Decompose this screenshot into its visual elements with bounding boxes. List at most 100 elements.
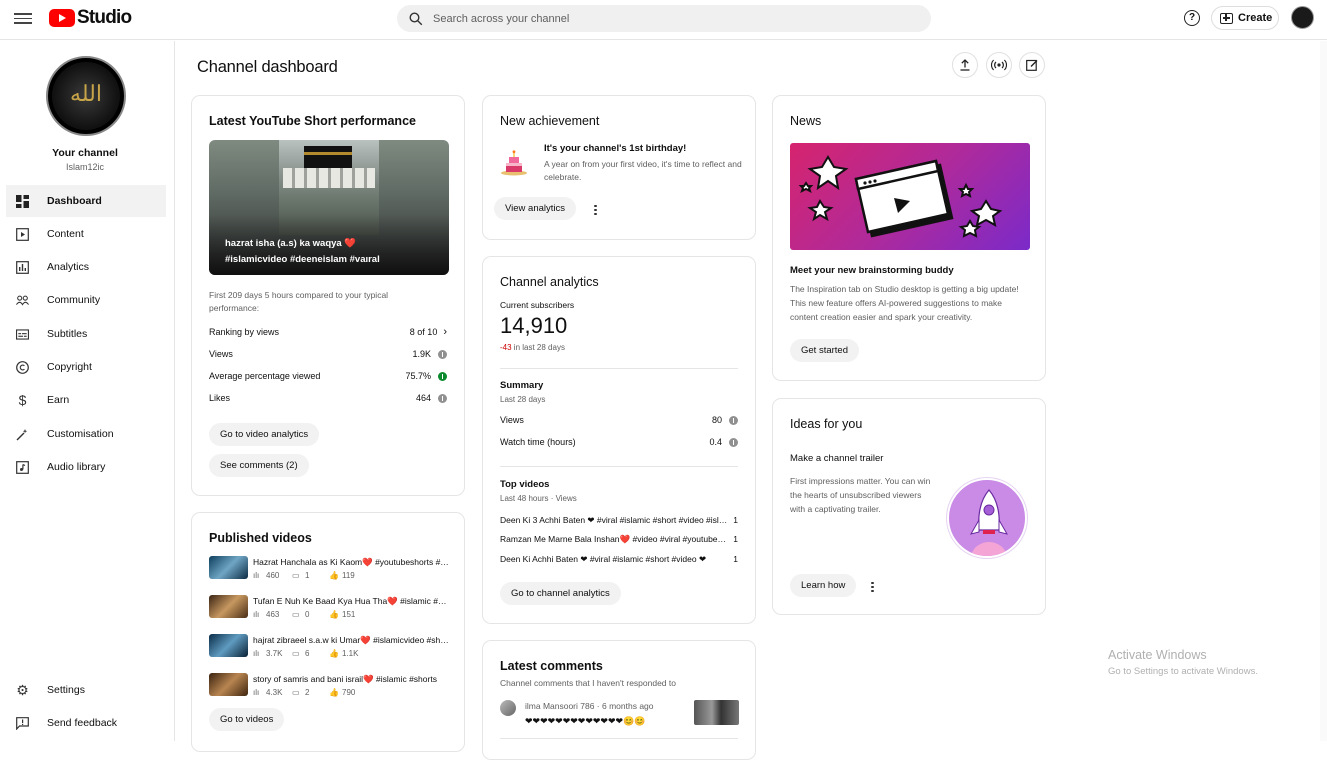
neutral-indicator-icon[interactable] [438, 393, 447, 403]
ranking-label: Ranking by views [209, 327, 280, 337]
help-icon[interactable]: ? [1184, 10, 1200, 26]
channel-analytics-card: Channel analytics Current subscribers 14… [482, 256, 756, 624]
account-avatar[interactable] [1291, 6, 1314, 29]
latest-comments-card: Latest comments Channel comments that I … [482, 640, 756, 760]
mosque-arches [283, 168, 375, 188]
likes-value: 790 [342, 688, 356, 697]
more-options-icon[interactable] [594, 203, 598, 217]
comments-icon: ▭ [292, 649, 300, 658]
birthday-cake-icon [500, 150, 528, 176]
stat-value: 75.7% [405, 371, 431, 381]
audio-library-icon [16, 460, 29, 474]
go-to-videos-button[interactable]: Go to videos [209, 708, 285, 731]
sidebar-item-content[interactable]: Content [6, 218, 166, 250]
menu-icon[interactable] [14, 10, 32, 28]
like-icon: 👍 [329, 688, 339, 697]
views-value: 460 [266, 571, 280, 580]
feedback-icon [16, 716, 29, 730]
card-title: New achievement [500, 114, 600, 128]
subscribers-change: -43 in last 28 days [500, 343, 565, 352]
views-icon: ılı [253, 610, 260, 619]
sidebar-item-community[interactable]: Community [6, 284, 166, 316]
search-bar[interactable] [397, 5, 931, 32]
info-icon[interactable] [729, 415, 738, 425]
create-post-icon[interactable] [1019, 52, 1045, 78]
comments-icon: ▭ [292, 571, 300, 580]
commenter-avatar[interactable] [500, 700, 516, 716]
table-row[interactable]: Deen Ki 3 Achhi Baten ❤ #viral #islamic … [500, 515, 738, 526]
search-icon [409, 11, 423, 25]
sidebar-item-label: Audio library [47, 461, 106, 473]
search-input[interactable] [433, 12, 833, 25]
sidebar-item-analytics[interactable]: Analytics [6, 251, 166, 283]
sidebar-item-dashboard[interactable]: Dashboard [6, 185, 166, 217]
channel-label: Your channel [52, 147, 118, 159]
comment-author[interactable]: ilma Mansoori 786 · 6 months ago [525, 701, 654, 711]
table-row[interactable]: Ramzan Me Marne Bala Inshan❤️ #video #vi… [500, 534, 738, 545]
sidebar-item-label: Analytics [47, 261, 90, 273]
stat-value: 1.9K [412, 349, 431, 359]
summary-period: Last 28 days [500, 395, 546, 404]
analytics-icon [16, 260, 29, 274]
sidebar-item-customisation[interactable]: Customisation [6, 418, 166, 450]
ranking-row[interactable]: Ranking by views 8 of 10 › [209, 326, 447, 338]
table-row[interactable]: Deen Ki Achhi Baten ❤ #viral #islamic #s… [500, 554, 738, 565]
trend-up-icon[interactable] [438, 371, 447, 381]
get-started-button[interactable]: Get started [790, 339, 859, 362]
go-to-video-analytics-button[interactable]: Go to video analytics [209, 423, 320, 446]
list-item[interactable]: hajrat zibraeel s.a.w ki Umar❤️ #islamic… [209, 634, 450, 660]
sidebar-item-feedback[interactable]: Send feedback [6, 707, 166, 739]
upload-icon[interactable] [952, 52, 978, 78]
sidebar: الله Your channel Islam12ic Dashboard Co… [0, 41, 175, 741]
news-body: The Inspiration tab on Studio desktop is… [790, 284, 1019, 322]
news-headline: Meet your new brainstorming buddy [790, 265, 954, 276]
comment-video-thumbnail[interactable] [694, 700, 739, 725]
learn-how-button[interactable]: Learn how [790, 574, 857, 597]
page-scrollbar[interactable] [1320, 41, 1327, 741]
stat-value: 464 [415, 393, 431, 403]
views-icon: ılı [253, 571, 260, 580]
go-to-channel-analytics-button[interactable]: Go to channel analytics [500, 582, 621, 605]
channel-avatar[interactable]: الله [46, 56, 126, 136]
stat-label: Average percentage viewed [209, 371, 321, 381]
news-card: News Meet your new brainstorming buddy T… [772, 95, 1046, 381]
view-analytics-button[interactable]: View analytics [494, 197, 577, 220]
divider [500, 368, 738, 369]
top-video-title: Deen Ki Achhi Baten ❤ #viral #islamic #s… [500, 554, 707, 564]
idea-headline: Make a channel trailer [790, 453, 884, 464]
summary-label: Watch time (hours) [500, 437, 576, 447]
chevron-right-icon: › [443, 326, 447, 338]
studio-logo[interactable]: Studio [49, 7, 132, 28]
likes-value: 151 [342, 610, 356, 619]
top-videos-period: Last 48 hours · Views [500, 494, 577, 503]
more-options-icon[interactable] [871, 580, 875, 594]
video-stats: ılı 460 ▭ 1 👍 119 [253, 571, 355, 580]
sidebar-item-subtitles[interactable]: Subtitles [6, 318, 166, 350]
short-thumbnail[interactable]: hazrat isha (a.s) ka waqya ❤️ #islamicvi… [209, 140, 449, 275]
sidebar-item-label: Community [47, 294, 101, 306]
neutral-indicator-icon[interactable] [438, 349, 447, 359]
sidebar-item-label: Subtitles [47, 328, 88, 340]
sidebar-item-copyright[interactable]: Copyright [6, 351, 166, 383]
dollar-icon: $ [18, 392, 27, 408]
top-video-title: Deen Ki 3 Achhi Baten ❤ #viral #islamic … [500, 515, 728, 525]
news-banner[interactable] [790, 143, 1030, 250]
list-item[interactable]: Tufan E Nuh Ke Baad Kya Hua Tha❤️ #islam… [209, 595, 450, 621]
subtitles-icon [16, 328, 29, 341]
live-stream-icon[interactable] [986, 52, 1012, 78]
list-item[interactable]: Hazrat Hanchala as Ki Kaom❤️ #youtubesho… [209, 556, 450, 582]
sidebar-item-label: Content [47, 228, 84, 240]
video-title: hajrat zibraeel s.a.w ki Umar❤️ #islamic… [253, 635, 449, 645]
feedback-label: Send feedback [47, 717, 118, 729]
list-item[interactable]: story of samris and bani israil❤️ #islam… [209, 673, 450, 699]
sidebar-item-earn[interactable]: $ Earn [6, 384, 166, 416]
video-stats: ılı 4.3K ▭ 2 👍 790 [253, 688, 355, 697]
avatar-calligraphy-icon: الله [70, 82, 102, 107]
video-title: Hazrat Hanchala as Ki Kaom❤️ #youtubesho… [253, 557, 449, 567]
sidebar-item-audio-library[interactable]: Audio library [6, 451, 166, 483]
sidebar-item-settings[interactable]: ⚙ Settings [6, 674, 166, 706]
see-comments-button[interactable]: See comments (2) [209, 454, 309, 477]
change-value: -43 [500, 343, 512, 352]
create-button[interactable]: Create [1211, 6, 1279, 30]
info-icon[interactable] [729, 437, 738, 447]
